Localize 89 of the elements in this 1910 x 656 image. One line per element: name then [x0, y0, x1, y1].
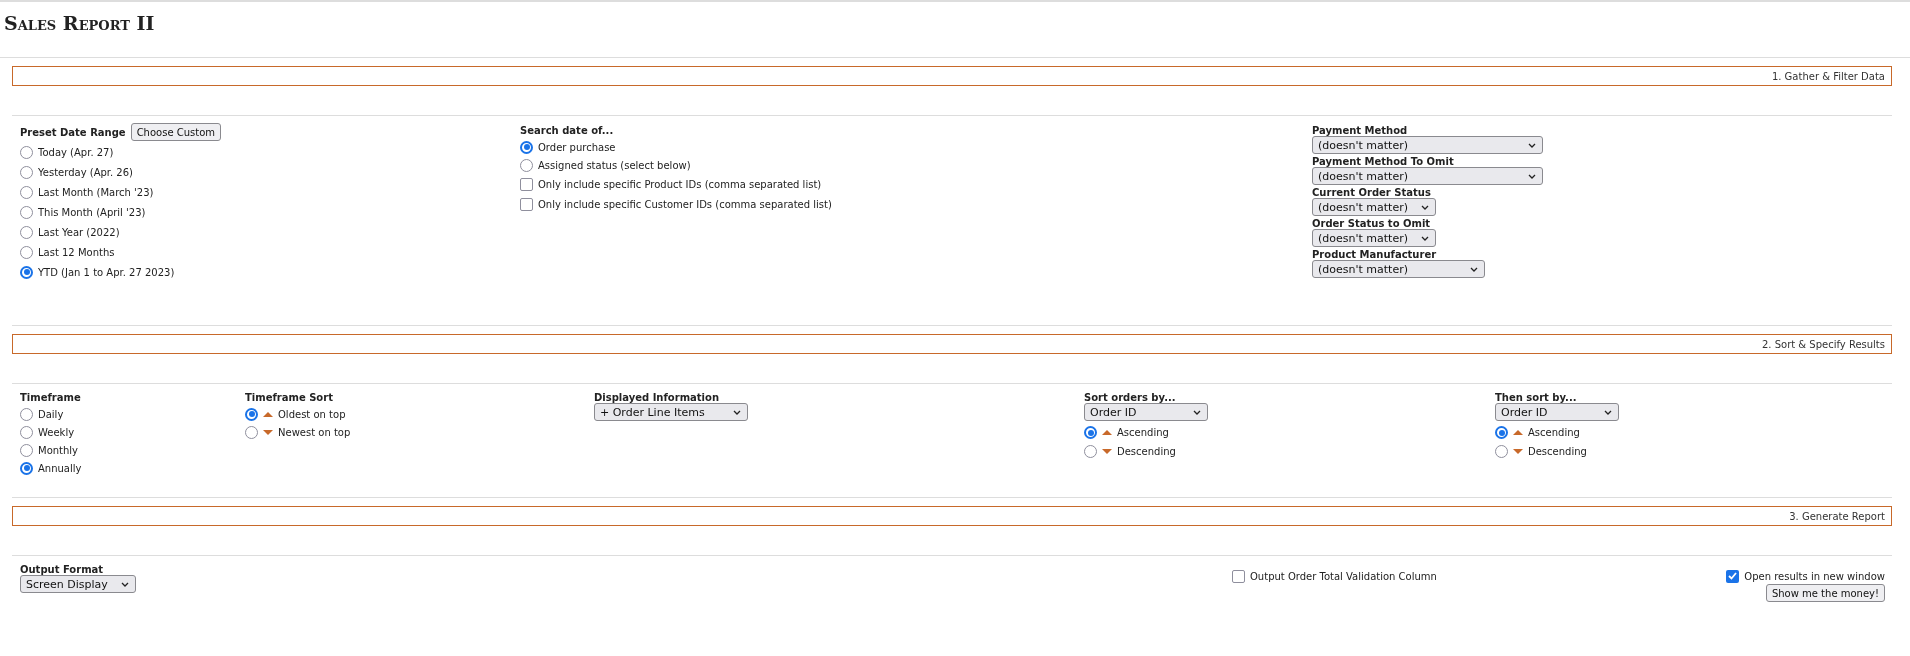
- radio-button[interactable]: [20, 407, 33, 421]
- option-label: YTD (Jan 1 to Apr. 27 2023): [38, 266, 175, 278]
- field-label: Displayed Information: [594, 392, 719, 403]
- option-label: Last 12 Months: [38, 246, 115, 258]
- radio-button[interactable]: [1084, 445, 1097, 458]
- field-label: Search date of...: [520, 125, 614, 136]
- triangle-up-icon: [1102, 429, 1112, 436]
- dropdown[interactable]: + Order Line Items: [594, 403, 748, 421]
- dropdown[interactable]: (doesn't matter): [1312, 260, 1485, 278]
- option-label: Assigned status (select below): [538, 159, 691, 171]
- chevron-down-icon: [733, 409, 741, 415]
- dropdown[interactable]: Order ID: [1495, 403, 1619, 421]
- radio-button[interactable]: [520, 158, 533, 172]
- radio-button[interactable]: [20, 425, 33, 439]
- option-label: Descending: [1528, 446, 1587, 457]
- radio-button[interactable]: [20, 225, 33, 239]
- dropdown[interactable]: (doesn't matter): [1312, 198, 1436, 216]
- field-label: Payment Method: [1312, 125, 1408, 136]
- dropdown[interactable]: (doesn't matter): [1312, 229, 1436, 247]
- radio-button[interactable]: [1084, 426, 1097, 439]
- field-label: Then sort by...: [1495, 392, 1577, 403]
- chevron-down-icon: [1528, 142, 1536, 148]
- section-header: 2. Sort & Specify Results: [12, 334, 1892, 354]
- chevron-down-icon: [1604, 409, 1612, 415]
- triangle-up-icon: [1513, 429, 1523, 436]
- checkbox[interactable]: [1726, 569, 1740, 583]
- option-label: Annually: [38, 462, 82, 474]
- radio-button[interactable]: [1495, 426, 1508, 439]
- field-label: Preset Date Range: [20, 126, 126, 138]
- radio-button[interactable]: [245, 425, 258, 439]
- checkbox[interactable]: [520, 197, 533, 211]
- field-label: Current Order Status: [1312, 187, 1431, 198]
- radio-button[interactable]: [20, 145, 33, 159]
- dropdown[interactable]: Order ID: [1084, 403, 1208, 421]
- field-label: Order Status to Omit: [1312, 218, 1431, 229]
- option-label: Descending: [1117, 446, 1176, 457]
- triangle-down-icon: [1102, 448, 1112, 455]
- chevron-down-icon: [1470, 266, 1478, 272]
- radio-button[interactable]: [20, 165, 33, 179]
- field-label: Product Manufacturer: [1312, 249, 1437, 260]
- checkbox-label: Open results in new window: [1744, 570, 1885, 582]
- dropdown[interactable]: (doesn't matter): [1312, 167, 1543, 185]
- chevron-down-icon: [1421, 204, 1429, 210]
- field-label: Payment Method To Omit: [1312, 156, 1454, 167]
- field-label: Output Format: [20, 564, 104, 575]
- option-label: Oldest on top: [278, 408, 346, 420]
- field-label: Timeframe: [20, 392, 81, 403]
- dropdown[interactable]: (doesn't matter): [1312, 136, 1543, 154]
- option-label: Today (Apr. 27): [38, 146, 114, 158]
- triangle-down-icon: [1513, 448, 1523, 455]
- radio-button[interactable]: [20, 443, 33, 457]
- triangle-up-icon: [263, 410, 273, 418]
- option-label: Ascending: [1528, 427, 1580, 438]
- chevron-down-icon: [121, 581, 129, 587]
- radio-button[interactable]: [20, 205, 33, 219]
- option-label: Ascending: [1117, 427, 1169, 438]
- option-label: Yesterday (Apr. 26): [38, 166, 133, 178]
- radio-button[interactable]: [1495, 445, 1508, 458]
- section-header: 1. Gather & Filter Data: [12, 66, 1892, 86]
- choose-custom-button[interactable]: Choose Custom: [130, 123, 222, 141]
- checkbox-label: Only include specific Product IDs (comma separated list): [538, 178, 822, 190]
- field-label: Timeframe Sort: [245, 392, 333, 403]
- checkbox[interactable]: [520, 177, 533, 191]
- option-label: Last Year (2022): [38, 226, 120, 238]
- radio-button[interactable]: [20, 265, 33, 279]
- radio-button[interactable]: [20, 461, 33, 475]
- page-title: Sales Report II: [3, 11, 156, 36]
- option-label: Newest on top: [278, 426, 351, 438]
- chevron-down-icon: [1421, 235, 1429, 241]
- radio-button[interactable]: [245, 407, 258, 421]
- checkbox[interactable]: [1232, 569, 1245, 583]
- option-label: Daily: [38, 408, 64, 420]
- checkbox-label: Only include specific Customer IDs (comma separated list): [538, 198, 832, 210]
- option-label: This Month (April '23): [38, 206, 146, 218]
- chevron-down-icon: [1193, 409, 1201, 415]
- dropdown[interactable]: Screen Display: [20, 575, 136, 593]
- radio-button[interactable]: [520, 140, 533, 154]
- field-label: Sort orders by...: [1084, 392, 1176, 403]
- triangle-down-icon: [263, 428, 273, 436]
- checkbox-label: Output Order Total Validation Column: [1250, 570, 1437, 582]
- option-label: Last Month (March '23): [38, 186, 154, 198]
- option-label: Order purchase: [538, 141, 616, 153]
- radio-button[interactable]: [20, 245, 33, 259]
- option-label: Monthly: [38, 444, 79, 456]
- radio-button[interactable]: [20, 185, 33, 199]
- section-header: 3. Generate Report: [12, 506, 1892, 526]
- option-label: Weekly: [38, 426, 75, 438]
- chevron-down-icon: [1528, 173, 1536, 179]
- show-me-the-money-button[interactable]: Show me the money!: [1765, 584, 1885, 602]
